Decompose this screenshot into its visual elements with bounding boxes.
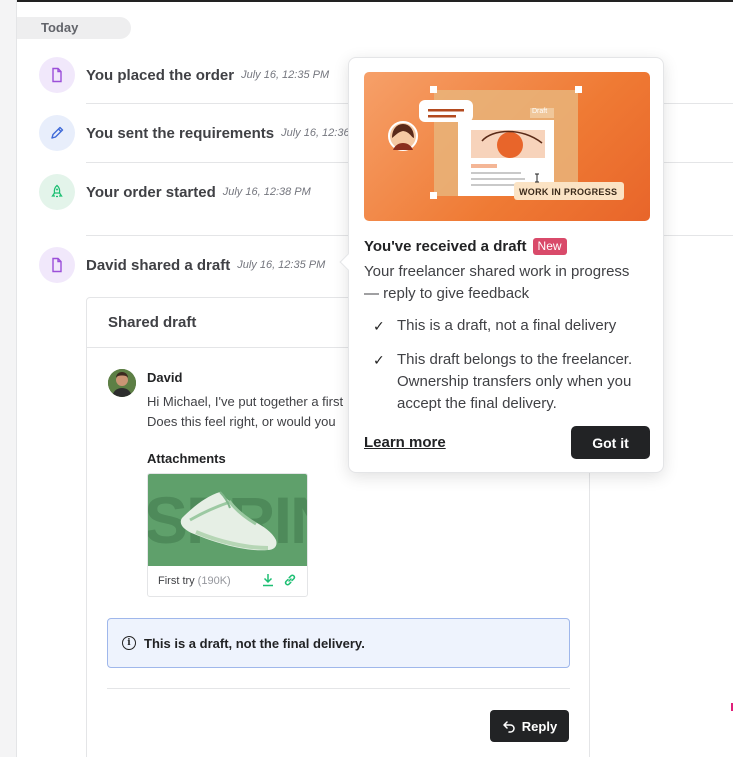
popover-caret — [339, 253, 357, 271]
section-label-today: Today — [17, 17, 131, 39]
draft-received-popover: Draft WORK IN PROGRESS You've received a… — [339, 57, 664, 473]
sneaker-image — [180, 491, 277, 551]
event-time: July 16, 12:35 PM — [237, 259, 326, 271]
timeline-event-order-placed: You placed the order July 16, 12:35 PM — [39, 57, 329, 93]
new-badge: New — [532, 238, 567, 255]
checklist-text: This is a draft, not a final delivery — [397, 317, 617, 334]
reply-button[interactable]: Reply — [490, 710, 569, 742]
event-time: July 16, 12:38 PM — [222, 186, 311, 198]
check-icon: ✓ — [373, 319, 385, 335]
document-icon — [39, 57, 75, 93]
work-in-progress-illustration: Draft WORK IN PROGRESS — [364, 72, 650, 221]
event-time: July 16, 12:35 PM — [241, 69, 330, 81]
event-title: David shared a draft — [86, 256, 231, 274]
download-icon[interactable] — [261, 573, 275, 590]
popover-checklist: ✓ This is a draft, not a final delivery … — [373, 315, 653, 426]
timeline-event-order-started: Your order started July 16, 12:38 PM — [39, 174, 311, 210]
checklist-item: ✓ This is a draft, not a final delivery — [373, 315, 653, 338]
link-icon[interactable] — [283, 573, 297, 590]
message-author: David — [147, 370, 183, 385]
message-line: Does this feel right, or would you — [147, 414, 336, 429]
popover-title: You've received a draft — [364, 238, 527, 255]
event-title: You sent the requirements — [86, 124, 275, 142]
reply-label: Reply — [521, 718, 558, 734]
pencil-icon — [39, 115, 75, 151]
avatar — [108, 369, 136, 397]
attachment-thumbnail[interactable]: SPRINT — [148, 474, 307, 566]
draft-notice: i This is a draft, not the final deliver… — [107, 618, 570, 668]
rocket-icon — [39, 174, 75, 210]
event-title: You placed the order — [86, 66, 235, 84]
event-title: Your order started — [86, 183, 216, 201]
popover-title-row: You've received a draft New — [364, 238, 567, 255]
info-icon: i — [122, 636, 136, 650]
attachment-size: (190K) — [197, 575, 231, 587]
check-icon: ✓ — [373, 353, 385, 369]
attachment-card[interactable]: SPRINT First try (190K) — [147, 473, 308, 597]
illustration-badge: WORK IN PROGRESS — [519, 187, 618, 197]
message-line: Hi Michael, I've put together a first — [147, 394, 344, 409]
checklist-item: ✓ This draft belongs to the freelancer. … — [373, 349, 653, 415]
left-rail — [0, 0, 17, 757]
got-it-button[interactable]: Got it — [571, 426, 650, 459]
timeline-event-draft-shared: David shared a draft July 16, 12:35 PM — [39, 247, 325, 283]
popover-description: Your freelancer shared work in progress … — [364, 263, 630, 302]
window-top-border — [0, 0, 733, 2]
illustration-tag: Draft — [532, 108, 548, 115]
attachment-name: First try — [158, 575, 195, 587]
checklist-text: This draft belongs to the freelancer. Ow… — [397, 351, 633, 412]
attachments-label: Attachments — [147, 451, 226, 466]
event-time: July 16, 12:36 — [281, 127, 350, 139]
learn-more-link[interactable]: Learn more — [364, 434, 446, 451]
message-body: Hi Michael, I've put together a first Do… — [147, 392, 352, 432]
reply-arrow-icon — [503, 721, 515, 733]
attachment-footer: First try (190K) — [148, 566, 307, 596]
draft-notice-text: This is a draft, not the final delivery. — [144, 635, 365, 651]
timeline-event-requirements-sent: You sent the requirements July 16, 12:36 — [39, 115, 350, 151]
card-divider — [107, 688, 570, 689]
document-icon — [39, 247, 75, 283]
